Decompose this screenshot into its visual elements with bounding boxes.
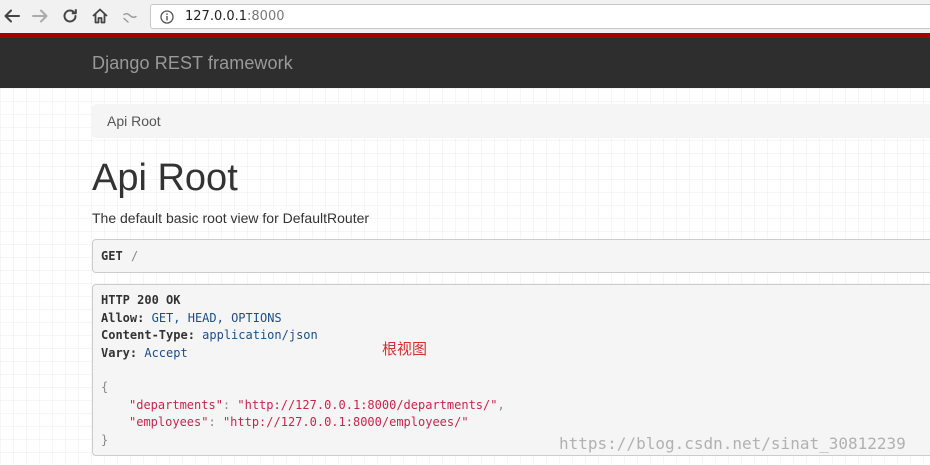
back-arrow-icon: [4, 9, 20, 23]
json-entry: "employees": "http://127.0.0.1:8000/empl…: [129, 415, 469, 429]
json-comma: ,: [497, 397, 505, 412]
json-close-brace: }: [101, 432, 109, 447]
breadcrumb-item-api-root: Api Root: [107, 113, 161, 129]
browser-toolbar: 127.0.0.1:8000: [0, 0, 930, 34]
json-key: "departments": [129, 397, 223, 412]
header-name: Allow:: [101, 310, 145, 325]
json-entry: "departments": "http://127.0.0.1:8000/de…: [129, 397, 505, 412]
reader-icon: [123, 13, 137, 23]
header-name: Vary:: [101, 345, 138, 360]
json-link-employees[interactable]: "http://127.0.0.1:8000/employees/": [223, 415, 469, 429]
response-header-allow: Allow: GET, HEAD, OPTIONS: [101, 310, 282, 328]
breadcrumb: Api Root: [92, 104, 930, 138]
navbar: Django REST framework: [0, 38, 930, 88]
response-status: HTTP 200 OK: [101, 293, 181, 307]
url-port: :8000: [247, 9, 285, 24]
request-path: /: [131, 249, 139, 263]
info-icon[interactable]: [160, 10, 174, 24]
response-header-content-type: Content-Type: application/json: [101, 327, 318, 345]
reader-button[interactable]: [118, 4, 142, 28]
address-bar[interactable]: 127.0.0.1:8000: [150, 4, 930, 29]
response-info: HTTP 200 OK Allow: GET, HEAD, OPTIONS Co…: [92, 284, 930, 456]
header-value: application/json: [202, 328, 318, 342]
reload-icon: [63, 9, 77, 23]
back-button[interactable]: [0, 4, 24, 28]
brand-link[interactable]: Django REST framework: [92, 53, 293, 74]
url-text[interactable]: 127.0.0.1:8000: [185, 9, 285, 24]
url-host: 127.0.0.1: [185, 9, 248, 24]
header-value: GET, HEAD, OPTIONS: [151, 310, 282, 325]
page-title: Api Root: [92, 157, 238, 199]
watermark: https://blog.csdn.net/sinat_30812239: [559, 434, 906, 453]
forward-arrow-icon: [32, 9, 48, 23]
header-name: Content-Type:: [101, 328, 195, 342]
json-open-brace: {: [101, 380, 109, 394]
request-info: GET /: [92, 239, 930, 273]
request-method: GET: [101, 249, 123, 263]
home-icon: [92, 8, 108, 24]
forward-button[interactable]: [28, 4, 52, 28]
response-header-vary: Vary: Accept: [101, 345, 188, 363]
reload-button[interactable]: [58, 4, 82, 28]
annotation-label: 根视图: [382, 340, 428, 358]
json-key: "employees": [129, 415, 209, 429]
header-value: Accept: [144, 345, 188, 360]
page-description: The default basic root view for DefaultR…: [92, 210, 370, 226]
json-link-departments[interactable]: "http://127.0.0.1:8000/departments/": [237, 398, 497, 412]
home-button[interactable]: [88, 4, 112, 28]
